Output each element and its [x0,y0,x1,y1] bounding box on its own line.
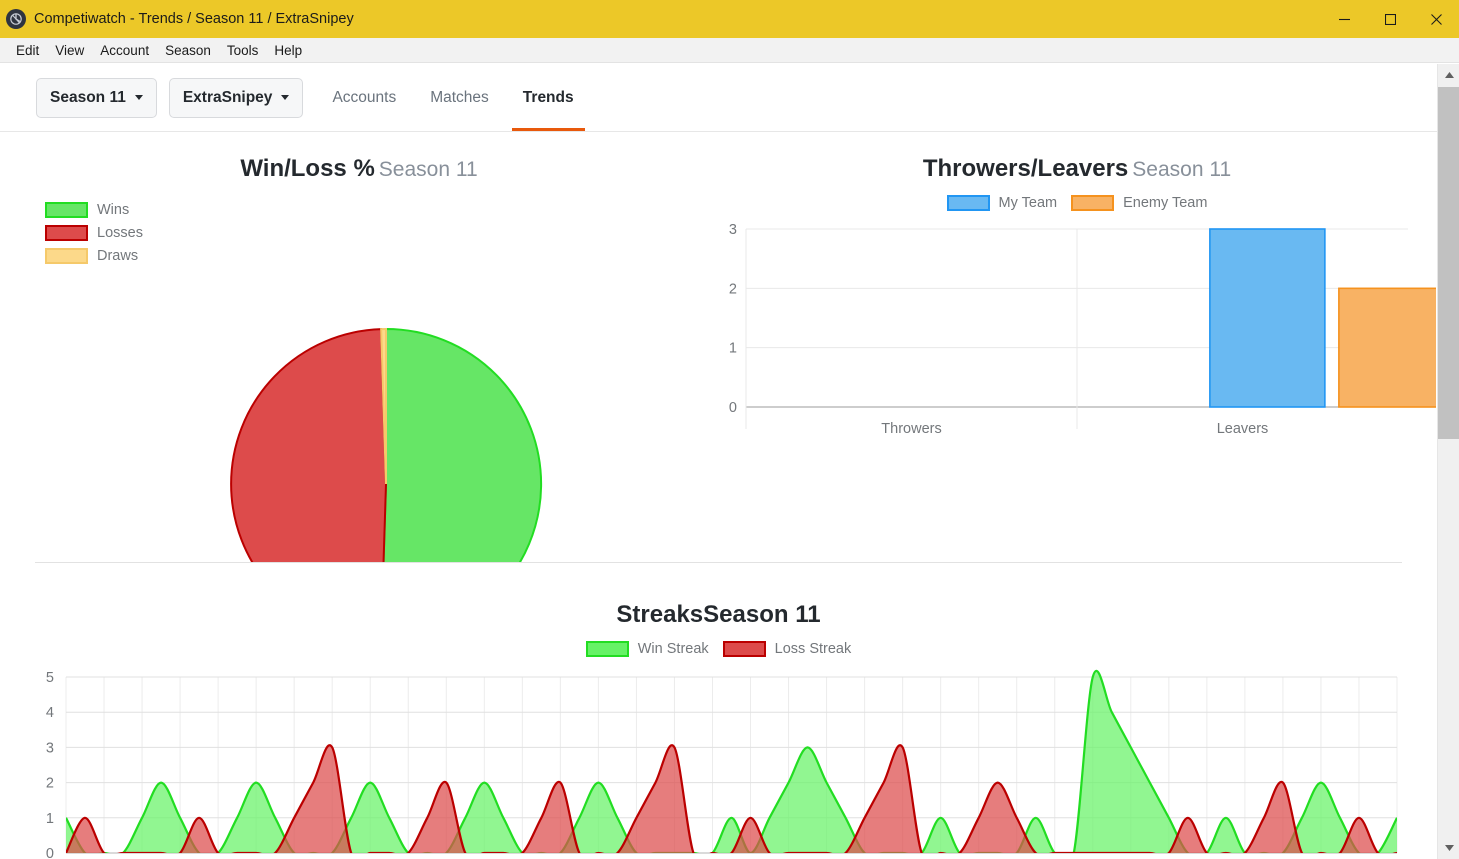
legend-item-enemy-team[interactable]: Enemy Team [1071,195,1207,211]
winloss-pie-chart[interactable] [0,132,718,562]
bar-y-tick-label: 3 [729,222,737,238]
legend-label-losses: Losses [97,225,143,241]
legend-label-enemy-team: Enemy Team [1123,195,1208,211]
close-button[interactable] [1413,0,1459,38]
chevron-down-icon [281,95,290,100]
streaks-y-tick-label: 0 [46,846,54,859]
legend-swatch-enemy-team [1071,195,1115,211]
legend-swatch-win-streak [585,641,629,657]
legend-swatch-losses [45,225,88,241]
throwers-leavers-legend: My Team Enemy Team [718,195,1436,211]
streaks-y-tick-label: 5 [46,670,54,686]
page-scroll-container: Season 11 ExtraSnipey Accounts Matches T… [0,64,1437,859]
throwers-leavers-bar-chart[interactable]: 0 1 2 3 Throwers Leavers [718,217,1436,507]
legend-item-losses[interactable]: Losses [45,225,143,241]
window-titlebar: Competiwatch - Trends / Season 11 / Extr… [0,0,1459,38]
legend-swatch-loss-streak [722,641,766,657]
menubar: Edit View Account Season Tools Help [0,38,1459,63]
window-controls [1321,0,1459,38]
streaks-y-tick-label: 1 [46,811,54,827]
legend-swatch-wins [45,202,88,218]
streaks-season-text: Season 11 [703,601,821,628]
bar-enemy-team-leavers[interactable] [1338,287,1436,408]
bar-y-tick-label: 2 [729,281,737,297]
winloss-season-text: Season 11 [378,158,478,181]
winloss-title-text: Win/Loss % [240,155,375,182]
menu-item-season[interactable]: Season [157,41,219,60]
legend-item-wins[interactable]: Wins [45,202,143,218]
vertical-scrollbar[interactable] [1437,64,1459,859]
streaks-legend: Win Streak Loss Streak [0,641,1437,657]
navigation-tabbar: Season 11 ExtraSnipey Accounts Matches T… [0,64,1437,132]
menu-item-view[interactable]: View [47,41,92,60]
bar-x-tick-label: Leavers [1217,421,1269,437]
legend-swatch-draws [45,248,88,264]
maximize-icon [1384,13,1396,25]
menu-item-tools[interactable]: Tools [219,41,267,60]
tab-trends[interactable]: Trends [506,65,591,131]
scroll-down-arrow-icon[interactable] [1438,837,1459,859]
window-title: Competiwatch - Trends / Season 11 / Extr… [34,11,354,27]
winloss-chart-title: Win/Loss % Season 11 [0,132,718,183]
bar-y-tick-label: 1 [729,341,737,357]
charts-top-row: Win/Loss % Season 11 Wins Losses Draws T… [0,132,1437,562]
streaks-y-tick-label: 2 [46,776,54,792]
legend-label-wins: Wins [97,202,130,218]
streaks-y-tick-label: 3 [46,740,54,756]
tab-accounts[interactable]: Accounts [315,65,413,131]
maximize-button[interactable] [1367,0,1413,38]
bar-y-tick-label: 0 [729,400,737,416]
competiwatch-logo-icon [6,9,26,29]
bar-my-team-leavers[interactable] [1209,228,1326,408]
close-icon [1430,13,1442,25]
account-selector-label: ExtraSnipey [182,88,273,106]
throwers-leavers-title-text: Throwers/Leavers [922,155,1129,182]
legend-swatch-my-team [946,195,990,211]
menu-item-account[interactable]: Account [92,41,157,60]
content-area: Season 11 ExtraSnipey Accounts Matches T… [0,64,1459,859]
scrollbar-thumb[interactable] [1438,87,1459,439]
menu-item-edit[interactable]: Edit [8,41,47,60]
bar-x-tick-label: Throwers [881,421,941,437]
throwers-leavers-chart-title: Throwers/Leavers Season 11 [718,132,1436,183]
menu-item-help[interactable]: Help [266,41,310,60]
streaks-y-tick-label: 4 [46,705,54,721]
chevron-down-icon [134,95,143,100]
throwers-leavers-season-text: Season 11 [1132,158,1232,181]
streaks-chart-panel: StreaksSeason 11 Win Streak Loss Streak … [0,563,1437,859]
pie-slice-wins[interactable] [381,327,543,562]
pie-slice-losses[interactable] [230,328,388,562]
legend-item-draws[interactable]: Draws [45,248,143,264]
streaks-chart-body: 0 1 2 3 4 5 [46,669,1398,859]
streaks-title-text: Streaks [616,601,704,628]
scroll-up-arrow-icon[interactable] [1438,64,1459,86]
legend-item-my-team[interactable]: My Team [946,195,1058,211]
winloss-legend: Wins Losses Draws [45,202,143,271]
legend-label-draws: Draws [97,248,139,264]
streaks-chart-title: StreaksSeason 11 [0,563,1437,629]
legend-label-win-streak: Win Streak [637,641,709,657]
pie-slices [230,327,543,562]
season-selector-label: Season 11 [50,88,126,106]
legend-label-loss-streak: Loss Streak [774,641,852,657]
legend-item-loss-streak[interactable]: Loss Streak [722,641,852,657]
streaks-area-chart[interactable]: 0 1 2 3 4 5 [0,667,1437,859]
season-selector-dropdown[interactable]: Season 11 [36,77,157,118]
account-selector-dropdown[interactable]: ExtraSnipey [168,77,304,118]
legend-item-win-streak[interactable]: Win Streak [585,641,709,657]
pie-slice-draws[interactable] [380,327,387,485]
bar-chart-body: 0 1 2 3 Throwers Leavers [729,222,1436,437]
legend-label-my-team: My Team [998,195,1058,211]
tab-matches[interactable]: Matches [413,65,506,131]
winloss-chart-panel: Win/Loss % Season 11 Wins Losses Draws [0,132,718,562]
minimize-button[interactable] [1321,0,1367,38]
minimize-icon [1338,18,1350,20]
throwers-leavers-chart-panel: Throwers/Leavers Season 11 My Team Enemy … [718,132,1436,562]
